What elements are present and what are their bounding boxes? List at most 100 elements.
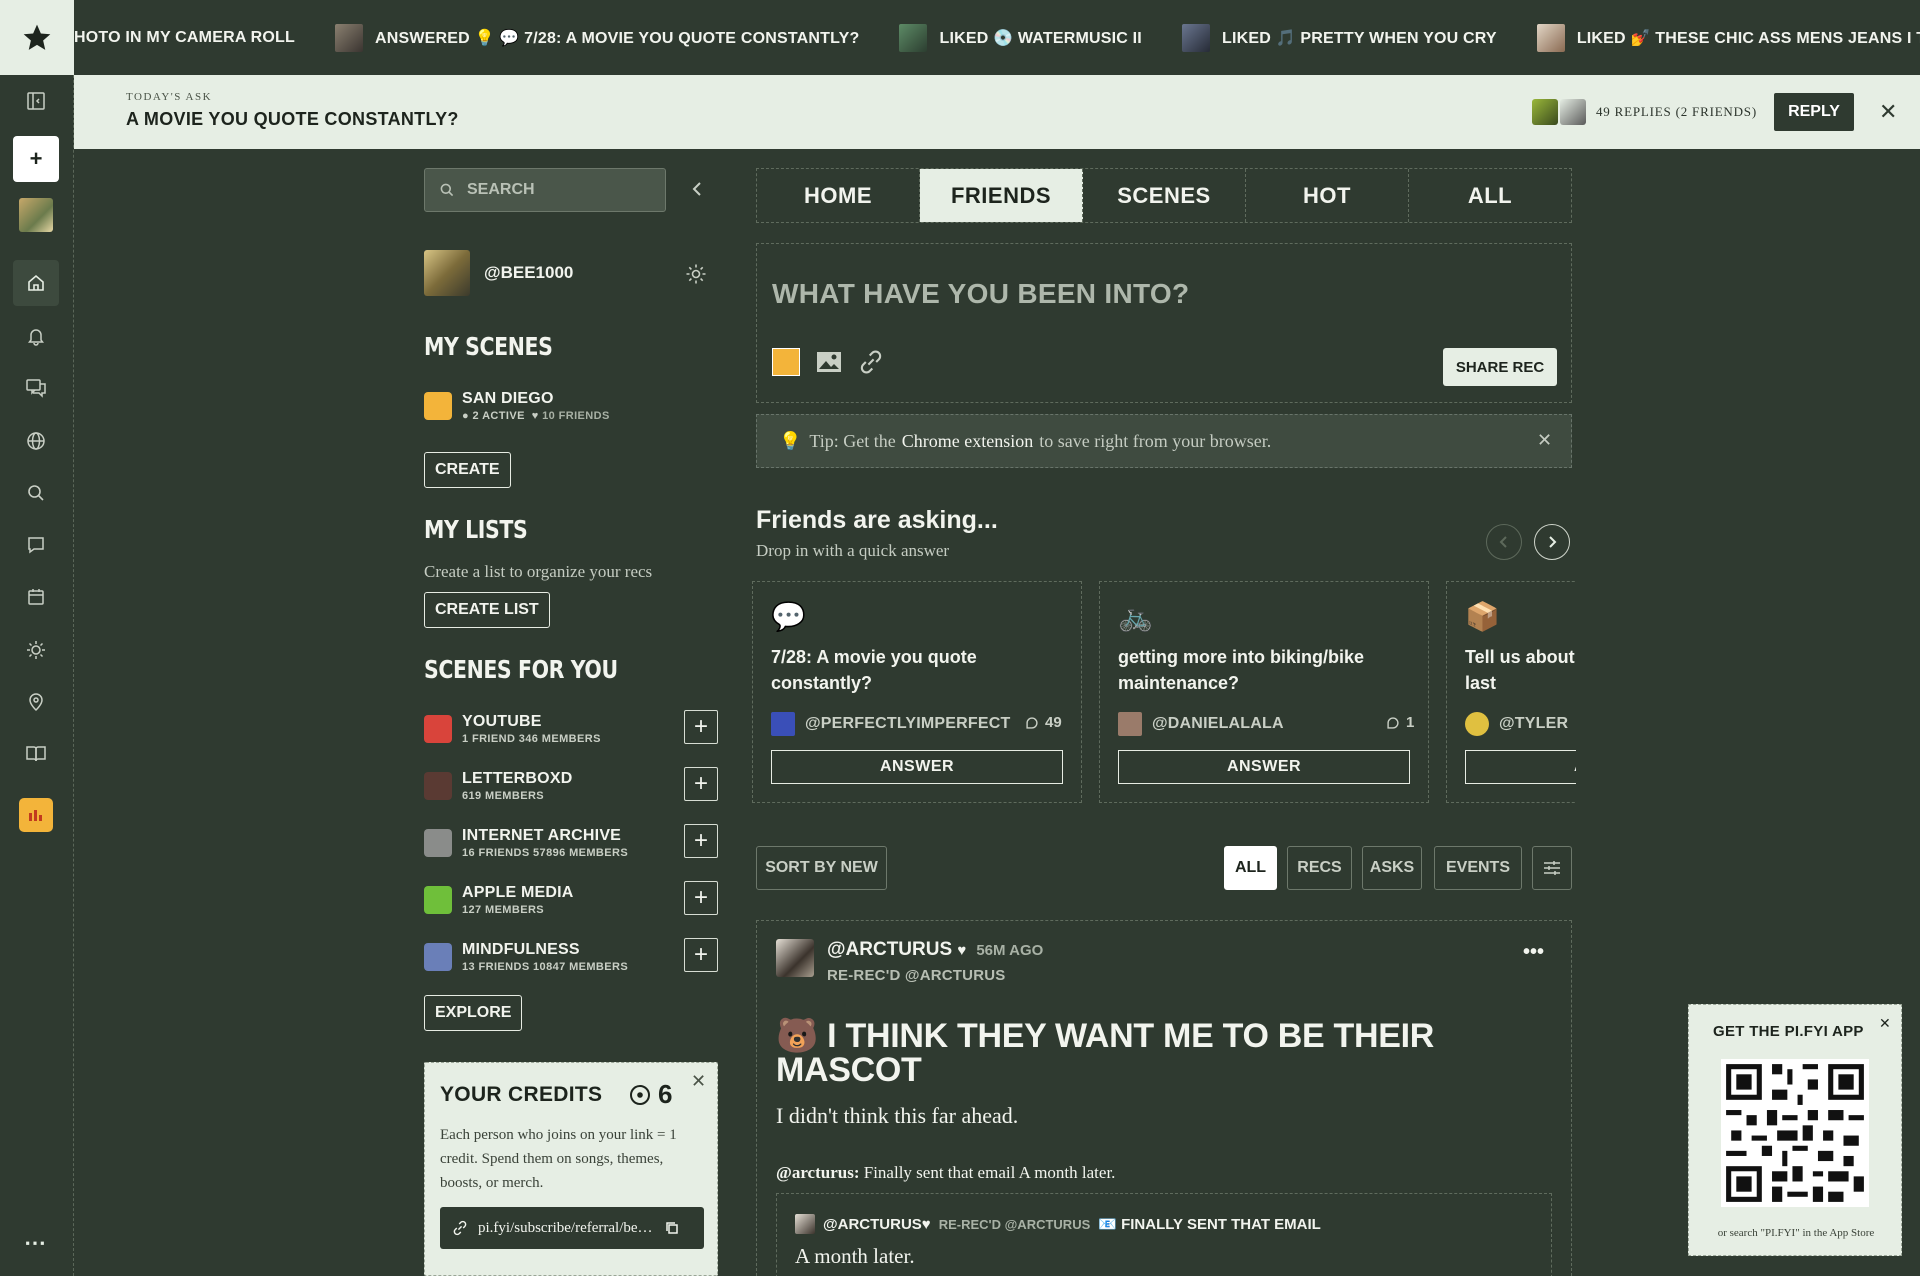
avatar (771, 712, 795, 736)
more-options-icon[interactable]: ••• (1523, 941, 1544, 964)
link-icon[interactable] (858, 349, 884, 375)
globe-icon[interactable] (13, 418, 59, 464)
ticker-item[interactable]: LIKED 💿 WATERMUSIC II (899, 23, 1142, 52)
more-icon[interactable]: ⋯ (24, 1230, 46, 1256)
todays-ask-title[interactable]: A MOVIE YOU QUOTE CONSTANTLY? (126, 109, 459, 130)
join-scene-button[interactable]: + (684, 824, 718, 858)
quoted-post-header: @ARCTURUS♥ RE-REC'D @ARCTURUS 📧 FINALLY … (795, 1214, 1321, 1234)
star-icon[interactable] (0, 0, 74, 75)
home-icon[interactable] (13, 260, 59, 306)
suggested-scene-item[interactable]: YOUTUBE 1 FRIEND 346 MEMBERS (424, 713, 601, 745)
reply-button[interactable]: REPLY (1774, 93, 1854, 131)
search-icon[interactable] (13, 470, 59, 516)
copy-icon[interactable] (665, 1221, 679, 1235)
filter-all[interactable]: ALL (1224, 846, 1277, 890)
scene-shortcut-icon[interactable] (19, 798, 53, 832)
avatar[interactable] (776, 939, 814, 977)
credits-card: YOUR CREDITS 6 ✕ Each person who joins o… (424, 1062, 718, 1276)
sun-icon[interactable] (13, 627, 59, 673)
gear-icon[interactable] (684, 262, 708, 291)
filter-recs[interactable]: RECS (1287, 846, 1352, 890)
referral-link[interactable]: pi.fyi/subscribe/referral/be… (440, 1207, 704, 1249)
tab-home[interactable]: HOME (757, 169, 920, 222)
close-icon[interactable]: ✕ (1879, 1015, 1891, 1032)
tab-friends[interactable]: FRIENDS (920, 169, 1083, 222)
post-composer[interactable]: WHAT HAVE YOU BEEN INTO? SHARE REC (756, 243, 1572, 403)
avatar[interactable] (19, 198, 53, 232)
tip-banner: 💡 Tip: Get the Chrome extension to save … (756, 414, 1572, 468)
scene-name: MINDFULNESS (462, 941, 580, 958)
suggested-scene-item[interactable]: LETTERBOXD 619 MEMBERS (424, 770, 572, 802)
ask-card[interactable]: 💬 7/28: A movie you quote constantly? @P… (752, 581, 1082, 803)
chrome-extension-link[interactable]: Chrome extension (902, 431, 1033, 452)
speech-bubble-icon: 💬 (771, 601, 806, 632)
ticker-item[interactable]: HOTO IN MY CAMERA ROLL (74, 29, 295, 47)
ask-author[interactable]: @PERFECTLYIMPERFECT (771, 712, 1011, 736)
my-lists-heading: MY LISTS (424, 515, 528, 544)
location-icon[interactable] (13, 679, 59, 725)
calendar-icon[interactable] (13, 574, 59, 620)
explore-button[interactable]: EXPLORE (424, 995, 523, 1031)
close-icon[interactable]: ✕ (1537, 430, 1552, 451)
join-scene-button[interactable]: + (684, 938, 718, 972)
filter-settings-icon[interactable] (1532, 846, 1572, 890)
answer-button[interactable]: ANSWER (1118, 750, 1410, 784)
post-author[interactable]: @ARCTURUS ♥ 56M AGO (827, 939, 1043, 961)
suggested-scene-item[interactable]: APPLE MEDIA 127 MEMBERS (424, 884, 574, 916)
bell-icon[interactable] (13, 313, 59, 359)
image-icon[interactable] (816, 350, 842, 374)
ask-card[interactable]: 📦 Tell us about what you watched last @T… (1446, 581, 1576, 803)
tab-all[interactable]: ALL (1409, 169, 1571, 222)
collapse-sidebar-icon[interactable] (690, 180, 704, 203)
scene-picker-icon[interactable] (772, 348, 800, 376)
messages-icon[interactable] (13, 365, 59, 411)
sidebar-toggle-icon[interactable] (13, 78, 59, 124)
scene-name: SAN DIEGO (462, 390, 554, 407)
todays-ask-banner: TODAY'S ASK A MOVIE YOU QUOTE CONSTANTLY… (74, 75, 1920, 149)
tab-scenes[interactable]: SCENES (1083, 169, 1246, 222)
qr-code (1721, 1059, 1869, 1207)
ticker-item[interactable]: LIKED 🎵 PRETTY WHEN YOU CRY (1181, 23, 1497, 52)
search-input[interactable]: SEARCH (424, 168, 666, 212)
feed-post[interactable]: @ARCTURUS ♥ 56M AGO RE-REC'D @ARCTURUS •… (756, 920, 1572, 1276)
chat-icon[interactable] (13, 522, 59, 568)
mindfulness-icon (424, 943, 452, 971)
new-post-button[interactable]: + (13, 136, 59, 182)
tab-hot[interactable]: HOT (1246, 169, 1409, 222)
sort-button[interactable]: SORT BY NEW (756, 846, 887, 890)
composer-placeholder[interactable]: WHAT HAVE YOU BEEN INTO? (772, 278, 1189, 310)
rerec-attribution[interactable]: RE-REC'D @ARCTURUS (827, 967, 1005, 984)
ask-card[interactable]: 🚲 getting more into biking/bike maintena… (1099, 581, 1429, 803)
suggested-scene-item[interactable]: MINDFULNESS 13 FRIENDS 10847 MEMBERS (424, 941, 628, 973)
friends-asking-subtitle: Drop in with a quick answer (756, 541, 950, 560)
create-list-button[interactable]: CREATE LIST (424, 592, 550, 628)
join-scene-button[interactable]: + (684, 881, 718, 915)
suggested-scene-item[interactable]: INTERNET ARCHIVE 16 FRIENDS 57896 MEMBERS (424, 827, 628, 859)
join-scene-button[interactable]: + (684, 767, 718, 801)
close-icon[interactable]: ✕ (691, 1071, 706, 1092)
quoted-post[interactable]: @ARCTURUS♥ RE-REC'D @ARCTURUS 📧 FINALLY … (776, 1193, 1552, 1276)
scene-name: YOUTUBE (462, 713, 542, 730)
filter-events[interactable]: EVENTS (1434, 846, 1522, 890)
todays-ask-replies[interactable]: 49 REPLIES (2 FRIENDS) (1596, 104, 1757, 120)
my-scene-item[interactable]: SAN DIEGO ● 2 ACTIVE ♥ 10 FRIENDS (424, 390, 610, 422)
answer-button[interactable]: ANSWER (771, 750, 1063, 784)
ask-author[interactable]: @TYLER (1465, 712, 1568, 736)
join-scene-button[interactable]: + (684, 710, 718, 744)
ticker-item[interactable]: LIKED 💅 THESE CHIC ASS MENS JEANS I THR (1536, 23, 1920, 52)
share-rec-button[interactable]: SHARE REC (1443, 348, 1557, 386)
username: @BEE1000 (484, 263, 574, 282)
post-timestamp: 56M AGO (976, 941, 1044, 959)
reply-count: 49 (1025, 714, 1062, 731)
book-icon[interactable] (13, 731, 59, 777)
chevron-right-icon[interactable] (1534, 524, 1570, 560)
create-scene-button[interactable]: CREATE (424, 452, 511, 488)
close-icon[interactable]: ✕ (1879, 99, 1897, 125)
ask-author[interactable]: @DANIELALALA (1118, 712, 1284, 736)
filter-asks[interactable]: ASKS (1362, 846, 1422, 890)
chevron-left-icon[interactable] (1486, 524, 1522, 560)
answer-button[interactable]: ANSWER (1465, 750, 1576, 784)
avatar (795, 1214, 815, 1234)
current-user[interactable]: @BEE1000 (424, 250, 573, 296)
ticker-item[interactable]: ANSWERED 💡 💬 7/28: A MOVIE YOU QUOTE CON… (335, 23, 859, 52)
